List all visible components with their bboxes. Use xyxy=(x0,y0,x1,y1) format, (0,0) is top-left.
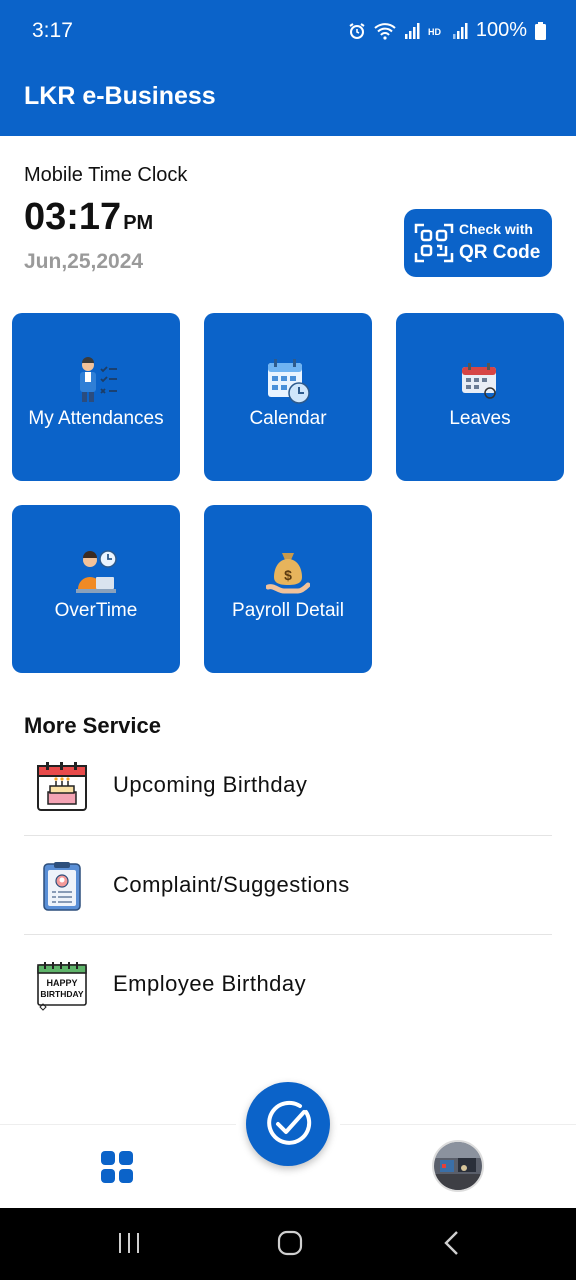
status-bar: 3:17 HD 100% xyxy=(0,0,576,64)
tile-label: Payroll Detail xyxy=(232,600,344,621)
attendance-icon xyxy=(80,357,117,402)
qr-button-line1: Check with xyxy=(459,221,533,237)
tile-label: Leaves xyxy=(449,408,511,429)
list-item-label: Complaint/Suggestions xyxy=(113,872,350,897)
check-in-fab[interactable] xyxy=(246,1082,330,1166)
clipboard-icon xyxy=(43,862,81,911)
icon-text-happy: HAPPY xyxy=(46,978,77,988)
tile-calendar[interactable]: Calendar xyxy=(204,313,372,481)
qr-button-line2: QR Code xyxy=(459,242,541,263)
happy-birthday-icon: HAPPY BIRTHDAY xyxy=(37,962,87,1011)
check-circle-icon xyxy=(267,1100,312,1145)
battery-percent: 100% xyxy=(475,19,527,41)
list-item-complaint-suggestions[interactable]: Complaint/Suggestions xyxy=(24,836,552,934)
list-item-upcoming-birthday[interactable]: Upcoming Birthday xyxy=(24,736,552,834)
clock-time-value: 03:17 xyxy=(24,196,122,238)
tile-overtime[interactable]: OverTime xyxy=(12,505,180,673)
system-nav-bar xyxy=(0,1208,576,1280)
list-item-label: Upcoming Birthday xyxy=(113,772,308,797)
recent-apps-icon[interactable] xyxy=(117,1231,141,1255)
back-icon[interactable] xyxy=(443,1230,461,1256)
clock-time: 03:17 PM xyxy=(24,196,153,239)
tile-payroll-detail[interactable]: $ Payroll Detail xyxy=(204,505,372,673)
signal-icon xyxy=(452,22,468,39)
tile-leaves[interactable]: Leaves xyxy=(396,313,564,481)
tile-label: OverTime xyxy=(54,600,138,621)
qr-code-icon xyxy=(414,223,454,263)
clock-label: Mobile Time Clock xyxy=(24,164,188,186)
qr-check-button[interactable]: Check with QR Code xyxy=(404,209,552,277)
tile-my-attendances[interactable]: My Attendances xyxy=(12,313,180,481)
list-item-label: Employee Birthday xyxy=(113,971,307,996)
money-bag-icon: $ xyxy=(266,553,310,594)
app-bar: LKR e-Business xyxy=(0,64,576,136)
grid-icon[interactable] xyxy=(101,1151,133,1183)
signal-icon xyxy=(404,22,420,39)
tile-label: Calendar xyxy=(249,408,327,429)
tile-label: My Attendances xyxy=(28,408,164,429)
status-icons: HD 100% xyxy=(348,19,546,42)
app-title: LKR e-Business xyxy=(24,82,216,110)
home-button-icon[interactable] xyxy=(277,1230,303,1256)
calendar-icon xyxy=(268,359,310,404)
svg-text:$: $ xyxy=(284,567,292,583)
hd-icon: HD xyxy=(428,27,441,37)
clock-ampm: PM xyxy=(123,212,154,234)
overtime-icon xyxy=(76,550,117,593)
svg-text:HD: HD xyxy=(428,27,441,37)
status-time: 3:17 xyxy=(32,19,73,42)
profile-avatar[interactable] xyxy=(432,1140,484,1192)
battery-icon xyxy=(535,21,546,40)
wifi-icon xyxy=(374,22,396,40)
icon-text-birthday: BIRTHDAY xyxy=(40,989,83,999)
avatar-photo xyxy=(434,1142,482,1190)
list-item-employee-birthday[interactable]: HAPPY BIRTHDAY Employee Birthday xyxy=(24,935,552,1033)
clock-date: Jun,25,2024 xyxy=(24,250,144,273)
birthday-cake-icon xyxy=(37,762,87,811)
alarm-icon xyxy=(349,22,365,39)
leave-calendar-icon xyxy=(462,363,496,399)
